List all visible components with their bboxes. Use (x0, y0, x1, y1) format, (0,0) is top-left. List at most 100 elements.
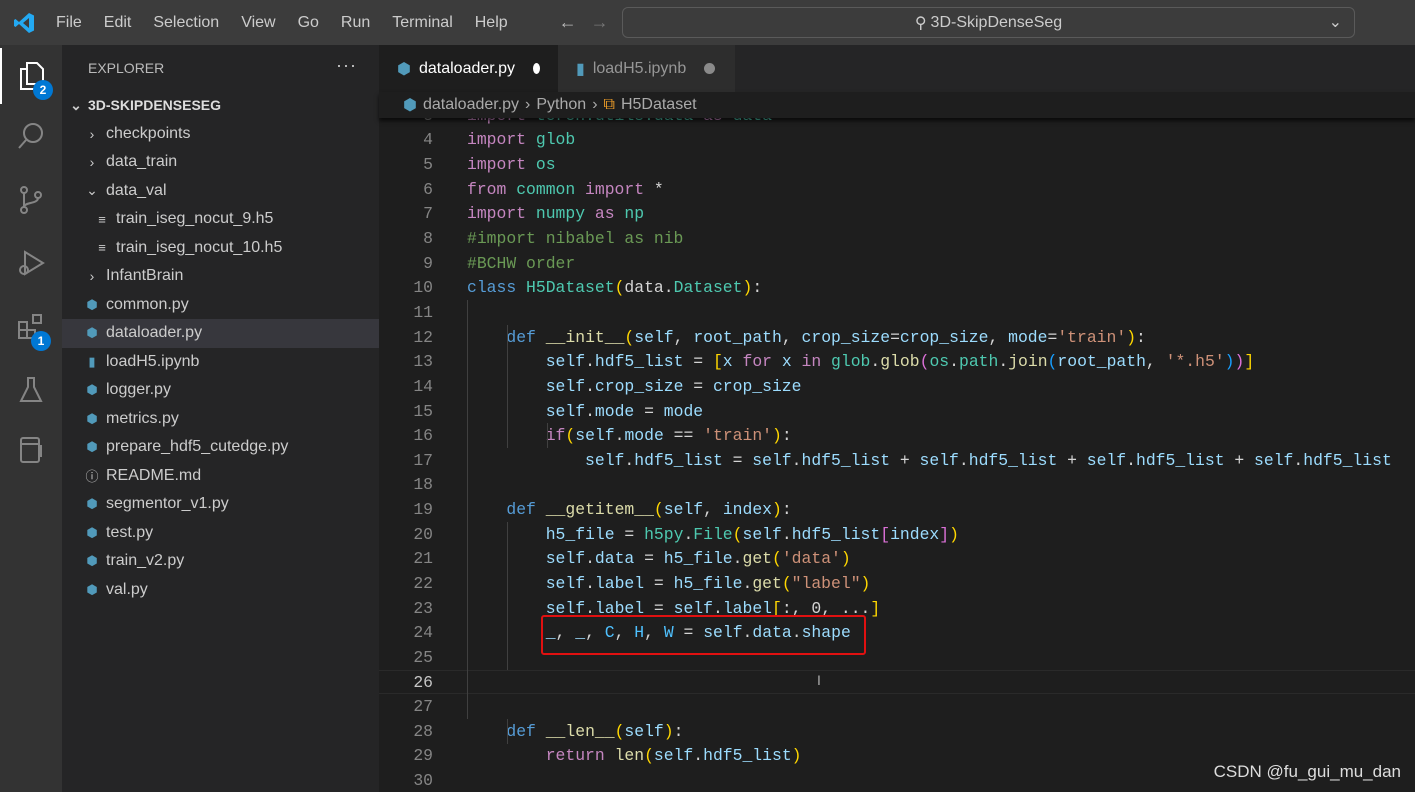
tree-item[interactable]: › checkpoints (62, 120, 379, 149)
tree-item[interactable]: ⬢ segmentor_v1.py (62, 490, 379, 519)
code-token: hdf5_list (1303, 450, 1392, 470)
tree-item[interactable]: ⓘ README.md (62, 462, 379, 491)
breadcrumb-file[interactable]: dataloader.py (423, 96, 519, 114)
code-token: h5_file (545, 524, 615, 544)
tree-item-label: README.md (106, 466, 202, 484)
chevron-right-icon: › (592, 96, 598, 113)
explorer-icon[interactable]: 2 (0, 48, 62, 104)
line-number: 7 (423, 204, 433, 224)
menu-selection[interactable]: Selection (142, 14, 230, 32)
line-number: 21 (413, 549, 433, 569)
tree-item-label: prepare_hdf5_cutedge.py (106, 438, 289, 456)
more-actions-icon[interactable]: ··· (336, 55, 357, 76)
menu-terminal[interactable]: Terminal (381, 14, 463, 32)
modified-dot-icon[interactable] (533, 63, 540, 74)
tree-item[interactable]: › InfantBrain (62, 262, 379, 291)
code-token: ) (1234, 352, 1245, 372)
code-token: self (545, 352, 586, 372)
extensions-icon[interactable]: 1 (0, 299, 62, 355)
code-token: . (791, 450, 802, 470)
tree-item[interactable]: ⌄ data_val (62, 177, 379, 206)
tree-item[interactable]: ⬢ common.py (62, 291, 379, 320)
tree-item[interactable]: › data_train (62, 148, 379, 177)
code-token: : (1136, 327, 1146, 347)
tree-item[interactable]: ≡ train_iseg_nocut_10.h5 (62, 234, 379, 263)
workspace-root-folder[interactable]: ⌄ 3D-SKIPDENSESEG (62, 91, 379, 120)
tree-item[interactable]: ⬢ train_v2.py (62, 547, 379, 576)
code-line: 13 self. hdf5_list = [x for x in glob. glo… (379, 349, 1415, 374)
tree-item[interactable]: ⬢ prepare_hdf5_cutedge.py (62, 433, 379, 462)
line-number: 8 (423, 229, 433, 249)
breadcrumb-language[interactable]: Python (536, 96, 586, 114)
tab-loadh5-ipynb[interactable]: ▮ loadH5.ipynb (558, 45, 735, 92)
file-lines-icon: ≡ (98, 211, 106, 227)
code-token: ) (949, 524, 959, 544)
indent-guide (507, 522, 508, 670)
code-token: def (506, 327, 546, 347)
menu-run[interactable]: Run (330, 14, 381, 32)
breadcrumb-symbol[interactable]: H5Dataset (621, 96, 697, 114)
code-token: self (545, 573, 586, 593)
line-number: 27 (413, 697, 433, 717)
tree-item[interactable]: ⬢ dataloader.py (62, 319, 379, 348)
back-arrow-icon[interactable]: ← (559, 12, 577, 33)
file-lines-icon: ≡ (98, 240, 106, 256)
tree-item[interactable]: ⬢ metrics.py (62, 405, 379, 434)
source-control-icon[interactable] (0, 172, 62, 228)
chevron-down-icon[interactable]: ⌄ (1329, 12, 1342, 32)
code-token: , (703, 500, 723, 520)
command-center-search[interactable]: ⚲ 3D-SkipDenseSeg ⌄ (622, 7, 1355, 38)
line-number: 16 (413, 426, 433, 446)
code-token: crop_size (899, 327, 989, 347)
code-token: , (781, 327, 802, 347)
workspace-root-label: 3D-SKIPDENSESEG (88, 97, 222, 114)
tree-item-label: metrics.py (106, 409, 179, 427)
tree-item[interactable]: ⬢ test.py (62, 519, 379, 548)
code-token: ) (663, 721, 674, 741)
tree-item-label: InfantBrain (106, 267, 184, 285)
code-token: , (1145, 352, 1166, 372)
code-token: Dataset (673, 278, 743, 298)
code-token: import (467, 118, 536, 125)
highlight-box (541, 615, 866, 655)
tree-item-label: loadH5.ipynb (106, 352, 200, 370)
forward-arrow-icon[interactable]: → (591, 12, 609, 33)
search-icon[interactable] (0, 108, 62, 164)
code-line: 6 from common import * (379, 177, 1415, 202)
line-number: 24 (413, 623, 433, 643)
notebook-icon: ▮ (576, 60, 585, 78)
code-line: 27 (379, 694, 1415, 719)
menu-help[interactable]: Help (464, 14, 519, 32)
code-token: index (722, 500, 772, 520)
code-token: as (703, 118, 733, 125)
code-line: 26 (379, 669, 1415, 695)
tab-dataloader-py[interactable]: ⬢ dataloader.py (379, 45, 558, 92)
code-token: mode (663, 401, 704, 421)
code-token: h5_file (663, 549, 733, 569)
tree-item[interactable]: ≡ train_iseg_nocut_9.h5 (62, 205, 379, 234)
menu-view[interactable]: View (230, 14, 286, 32)
run-debug-icon[interactable] (0, 235, 62, 291)
line-number: 22 (413, 573, 433, 593)
code-line: 9 #BCHW order (379, 251, 1415, 276)
menu-edit[interactable]: Edit (93, 14, 143, 32)
tree-item[interactable]: ▮ loadH5.ipynb (62, 348, 379, 377)
code-editor[interactable]: 3import torch.utils.data as data4import … (379, 118, 1415, 792)
line-number: 4 (423, 130, 433, 150)
code-token: self (663, 500, 704, 520)
indent-guide (507, 719, 508, 744)
tree-item[interactable]: ⬢ val.py (62, 576, 379, 605)
tree-item[interactable]: ⬢ logger.py (62, 376, 379, 405)
modified-dot-icon[interactable] (704, 63, 716, 74)
testing-flask-icon[interactable] (0, 362, 62, 418)
code-token: crop_size (594, 376, 684, 396)
menu-file[interactable]: File (48, 14, 93, 32)
code-lines: 3import torch.utils.data as data4import … (379, 118, 1415, 792)
code-token: get (742, 549, 772, 569)
code-line: 19 def __getitem__(self, index): (379, 497, 1415, 522)
remote-explorer-icon[interactable] (0, 422, 62, 478)
code-token: import (467, 155, 536, 175)
menu-go[interactable]: Go (287, 14, 330, 32)
code-token: data (594, 549, 635, 569)
code-token: . (742, 573, 753, 593)
